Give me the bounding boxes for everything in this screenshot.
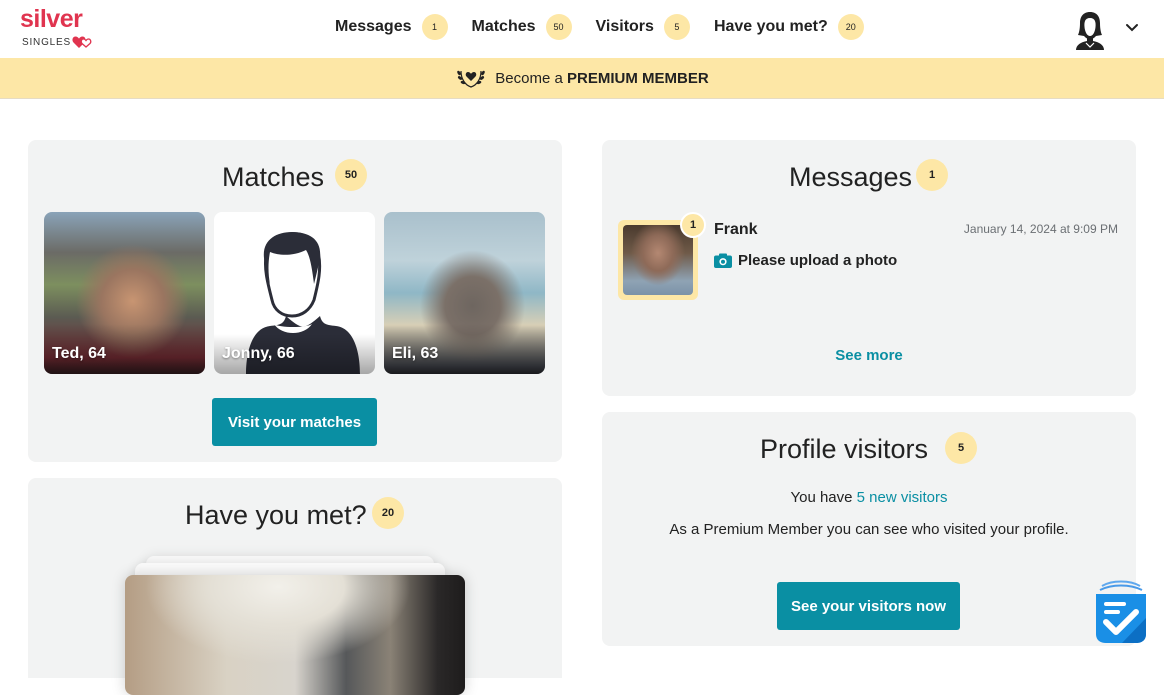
- message-list-item[interactable]: 1 Frank January 14, 2024 at 9:09 PM Plea…: [618, 212, 1118, 300]
- sender-photo: [623, 225, 693, 295]
- profile-visitors-card: Profile visitors 5 You have 5 new visito…: [602, 412, 1136, 646]
- nav-matches[interactable]: Matches 50: [472, 14, 572, 40]
- messages-card: Messages 1 1 Frank January 14, 2024 at 9…: [602, 140, 1136, 396]
- match-profile-jonny[interactable]: Jonny, 66: [214, 212, 375, 374]
- matches-title: Matches: [222, 162, 325, 192]
- silver-singles-logo[interactable]: silver SINGLES: [20, 5, 92, 48]
- heart-logo-icon: [72, 36, 92, 48]
- matches-title-badge: 50: [335, 159, 367, 191]
- account-menu-chevron-icon[interactable]: [1124, 19, 1140, 35]
- visitors-count-badge: 5: [663, 14, 690, 40]
- main-nav: Messages 1 Matches 50 Visitors 5 Have yo…: [335, 14, 888, 40]
- profile-visitors-title-badge: 5: [945, 432, 977, 464]
- messages-title-badge: 1: [916, 159, 948, 191]
- visit-matches-button[interactable]: Visit your matches: [212, 398, 377, 446]
- have-you-met-count-badge: 20: [837, 14, 864, 40]
- match-profile-ted[interactable]: Ted, 64: [44, 212, 205, 374]
- matches-count-badge: 50: [545, 14, 572, 40]
- unread-count-badge: 1: [680, 212, 706, 238]
- camera-icon: [714, 253, 732, 268]
- nav-have-you-met[interactable]: Have you met? 20: [714, 14, 864, 40]
- match-name: Eli, 63: [392, 345, 439, 362]
- logo-wordmark: silver: [20, 5, 83, 33]
- top-header: silver SINGLES Messages 1 Matches 50 Vis…: [0, 0, 1164, 58]
- match-name: Jonny, 66: [222, 345, 295, 362]
- premium-banner-prefix: Become a: [495, 69, 563, 87]
- messages-title: Messages: [789, 162, 913, 192]
- nav-visitors[interactable]: Visitors 5: [596, 14, 690, 40]
- visitors-premium-note: As a Premium Member you can see who visi…: [669, 521, 1069, 538]
- matches-card: Matches 50 Ted, 64 Jonny, 66 Eli, 63 Vis…: [28, 140, 562, 462]
- premium-banner-emphasis: PREMIUM MEMBER: [567, 69, 709, 87]
- have-you-met-card: Have you met? 20: [28, 478, 562, 695]
- see-visitors-button[interactable]: See your visitors now: [777, 582, 960, 630]
- logo-subtext: SINGLES: [22, 36, 71, 48]
- new-visitors-link[interactable]: 5 new visitors: [857, 489, 948, 506]
- match-profile-eli[interactable]: Eli, 63: [384, 212, 545, 374]
- visitors-summary-prefix: You have: [790, 489, 853, 506]
- suggested-profile-card[interactable]: [125, 575, 465, 695]
- checklist-widget-icon[interactable]: [1092, 580, 1150, 644]
- premium-upsell-banner[interactable]: Become a PREMIUM MEMBER: [0, 58, 1164, 99]
- message-timestamp: January 14, 2024 at 9:09 PM: [963, 222, 1118, 236]
- message-sender-name: Frank: [714, 221, 758, 238]
- profile-visitors-title: Profile visitors: [760, 434, 929, 464]
- nav-messages[interactable]: Messages 1: [335, 14, 448, 40]
- match-name: Ted, 64: [52, 345, 106, 362]
- see-more-messages-link[interactable]: See more: [602, 347, 1136, 364]
- have-you-met-title-badge: 20: [372, 497, 404, 529]
- message-preview: Please upload a photo: [738, 252, 898, 269]
- have-you-met-title: Have you met?: [185, 500, 367, 530]
- messages-count-badge: 1: [421, 14, 448, 40]
- laurel-heart-icon: [457, 70, 486, 88]
- user-avatar-icon[interactable]: [1074, 10, 1106, 50]
